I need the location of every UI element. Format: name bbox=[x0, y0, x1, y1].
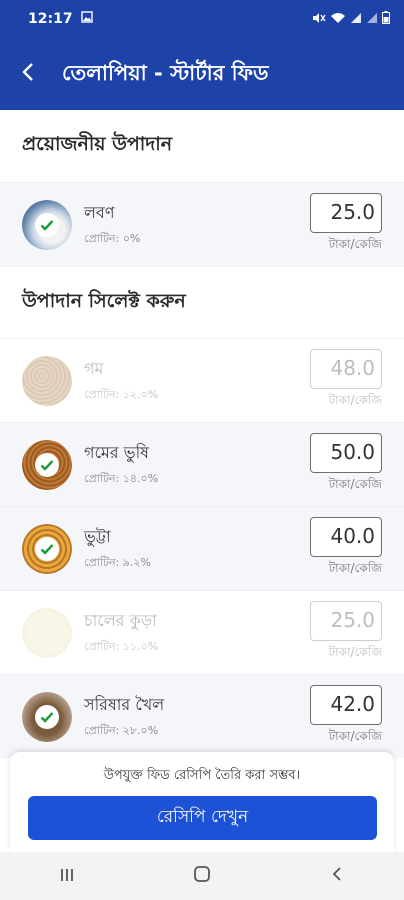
list-item[interactable]: গমের ভুষি প্রোটিন: ১৪.০% 50.0 টাকা/কেজি bbox=[0, 422, 404, 506]
back-nav-button[interactable] bbox=[317, 856, 357, 896]
status-bar: 12:17 bbox=[0, 0, 404, 38]
price-unit: টাকা/কেজি bbox=[328, 729, 382, 743]
app-bar: তেলাপিয়া - স্টার্টার ফিড bbox=[0, 38, 404, 110]
check-icon bbox=[35, 704, 59, 729]
ingredient-name: সরিষার খৈল bbox=[84, 695, 165, 714]
wheat-thumbnail bbox=[22, 355, 72, 406]
check-icon bbox=[35, 452, 59, 477]
view-recipe-button[interactable]: রেসিপি দেখুন bbox=[28, 796, 377, 840]
image-icon bbox=[80, 11, 93, 27]
status-time: 12:17 bbox=[28, 11, 73, 27]
chevron-left-icon bbox=[21, 62, 35, 86]
ingredient-protein: প্রোটিন: ১৪.০% bbox=[84, 472, 159, 485]
recents-icon bbox=[59, 867, 75, 886]
bottom-panel: উপযুক্ত ফিড রেসিপি তৈরি করা সম্ভব। রেসিপ… bbox=[10, 752, 394, 852]
price-input[interactable]: 25.0 bbox=[310, 193, 382, 233]
check-icon bbox=[35, 212, 59, 237]
home-icon bbox=[193, 865, 211, 887]
ingredient-list[interactable]: প্রয়োজনীয় উপাদান লবণ প্রোটিন: ০% 25.0 … bbox=[0, 110, 404, 852]
signal-icon bbox=[350, 12, 362, 27]
rice-bran-thumbnail bbox=[22, 607, 72, 658]
maize-thumbnail bbox=[22, 523, 72, 574]
page-title: তেলাপিয়া - স্টার্টার ফিড bbox=[62, 60, 269, 85]
mute-icon bbox=[312, 12, 326, 27]
battery-icon bbox=[382, 11, 390, 27]
price-unit: টাকা/কেজি bbox=[328, 645, 382, 659]
list-item[interactable]: লবণ প্রোটিন: ০% 25.0 টাকা/কেজি bbox=[0, 182, 404, 266]
price-input[interactable]: 25.0 bbox=[310, 601, 382, 641]
list-item[interactable]: গম প্রোটিন: ১২.০% 48.0 টাকা/কেজি bbox=[0, 338, 404, 422]
ingredient-name: চালের কুড়া bbox=[84, 611, 157, 630]
list-item[interactable]: ভুট্টা প্রোটিন: ৯.২% 40.0 টাকা/কেজি bbox=[0, 506, 404, 590]
home-button[interactable] bbox=[182, 856, 222, 896]
ingredient-name: ভুট্টা bbox=[84, 527, 111, 546]
list-item[interactable]: চালের কুড়া প্রোটিন: ১১.০% 25.0 টাকা/কেজ… bbox=[0, 590, 404, 674]
system-nav-bar bbox=[0, 852, 404, 900]
wheat-bran-thumbnail bbox=[22, 439, 72, 490]
ingredient-protein: প্রোটিন: ২৮.০% bbox=[84, 724, 159, 737]
price-unit: টাকা/কেজি bbox=[328, 393, 382, 407]
ingredient-protein: প্রোটিন: ১১.০% bbox=[84, 640, 159, 653]
select-section-title: উপাদান সিলেক্ট করুন bbox=[0, 266, 404, 338]
ingredient-name: গমের ভুষি bbox=[84, 443, 150, 462]
price-unit: টাকা/কেজি bbox=[328, 237, 382, 251]
salt-thumbnail bbox=[22, 199, 72, 250]
back-icon bbox=[331, 866, 343, 886]
required-section-title: প্রয়োজনীয় উপাদান bbox=[0, 110, 404, 182]
price-unit: টাকা/কেজি bbox=[328, 477, 382, 491]
ingredient-protein: প্রোটিন: ৯.২% bbox=[84, 556, 152, 569]
price-input[interactable]: 42.0 bbox=[310, 685, 382, 725]
list-item[interactable]: সরিষার খৈল প্রোটিন: ২৮.০% 42.0 টাকা/কেজি bbox=[0, 674, 404, 758]
ingredient-protein: প্রোটিন: ০% bbox=[84, 232, 141, 245]
check-icon bbox=[35, 536, 59, 561]
price-input[interactable]: 50.0 bbox=[310, 433, 382, 473]
mustard-cake-thumbnail bbox=[22, 691, 72, 742]
signal-icon bbox=[366, 12, 378, 27]
price-unit: টাকা/কেজি bbox=[328, 561, 382, 575]
ingredient-name: গম bbox=[84, 359, 104, 378]
recipe-hint: উপযুক্ত ফিড রেসিপি তৈরি করা সম্ভব। bbox=[103, 768, 301, 783]
ingredient-name: লবণ bbox=[84, 203, 115, 222]
wifi-icon bbox=[330, 12, 346, 27]
price-input[interactable]: 48.0 bbox=[310, 349, 382, 389]
recents-button[interactable] bbox=[47, 856, 87, 896]
price-input[interactable]: 40.0 bbox=[310, 517, 382, 557]
back-button[interactable] bbox=[0, 38, 56, 110]
ingredient-protein: প্রোটিন: ১২.০% bbox=[84, 388, 159, 401]
